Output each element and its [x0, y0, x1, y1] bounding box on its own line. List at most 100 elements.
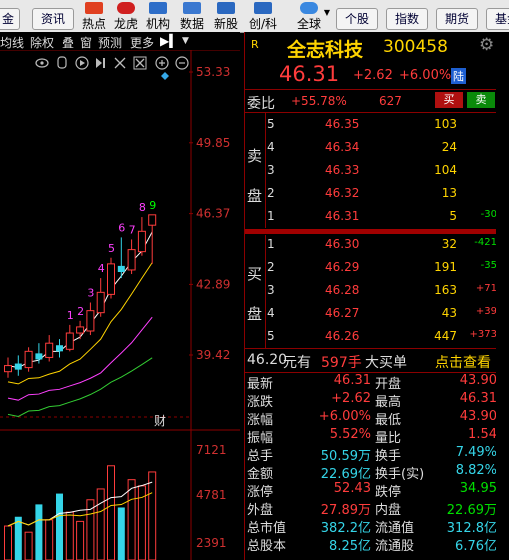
sell-price: 46.31	[325, 209, 360, 223]
more-button[interactable]: 更多	[130, 34, 154, 51]
toolbar-ipo-button[interactable]: 新股	[212, 2, 240, 31]
toolbar-index-button[interactable]: 指数	[386, 8, 428, 30]
hand-icon[interactable]	[57, 56, 67, 69]
gear-icon[interactable]: ⚙	[479, 35, 494, 55]
finance-annotation[interactable]: 财	[154, 414, 166, 428]
toolbar-news-button[interactable]: 资讯	[32, 8, 74, 30]
scissors-icon[interactable]	[114, 57, 126, 69]
toolbar-index-label: 指数	[394, 12, 419, 26]
stat-value: 8.82%	[455, 463, 497, 478]
candle-body	[107, 263, 115, 295]
price-tick-label: 46.37	[196, 207, 230, 221]
stat-value: +6.00%	[318, 409, 371, 424]
sell-row-3[interactable]: 3 46.33 104	[245, 160, 509, 180]
sell-delta: -30	[480, 209, 497, 220]
last-price: 46.31	[279, 62, 340, 86]
stat-label: 开盘	[375, 377, 402, 392]
connect-flag: 陆	[451, 68, 466, 84]
buy-price: 46.29	[325, 260, 360, 274]
sequence-marker: 4	[98, 262, 105, 275]
volume-bar	[65, 511, 74, 560]
toolbar-dragon-label: 龙虎	[113, 17, 138, 31]
buy-button[interactable]: 买	[435, 92, 463, 108]
big-order-line: 46.20 元有 597手 大买单 点击查看	[245, 349, 509, 371]
window-button[interactable]: 窗	[80, 34, 92, 51]
chart-menu-dropdown-icon[interactable]: ▼	[182, 36, 189, 46]
sell-row-2[interactable]: 2 46.32 13	[245, 183, 509, 203]
buy-volume: 32	[441, 237, 457, 251]
toolbar-fund-partial[interactable]: 金	[0, 8, 20, 30]
play-icon[interactable]	[75, 56, 89, 70]
ma-button[interactable]: 均线	[0, 34, 24, 51]
quote-panel: R 全志科技 300458 ⚙ 46.31 +2.62 +6.00% 陆 委比 …	[244, 32, 509, 560]
weibi-line: 委比 +55.78% 627 买 卖	[245, 90, 509, 112]
sell-volume: 103	[434, 117, 457, 131]
price-tick-label: 53.33	[196, 65, 230, 79]
volume-bar	[76, 520, 85, 560]
buy-row-3[interactable]: 3 46.28 163 +71	[245, 280, 509, 300]
sell-price: 46.33	[325, 163, 360, 177]
sell-volume: 24	[441, 140, 457, 154]
toolbar-hot-button[interactable]: 热点	[80, 2, 108, 31]
stat-value: 34.95	[459, 481, 497, 496]
buy-row-1[interactable]: 1 46.30 32 -421	[245, 234, 509, 254]
volume-tick-label: 4781	[196, 488, 227, 502]
volume-bar	[107, 465, 115, 560]
candle-body	[96, 291, 105, 314]
buy-volume: 191	[434, 260, 457, 274]
sell-row-4[interactable]: 4 46.34 24	[245, 137, 509, 157]
toolbar-institution-button[interactable]: 机构	[144, 2, 172, 31]
toolbar-data-button[interactable]: 数据	[178, 2, 206, 31]
ipo-icon	[217, 2, 235, 14]
toolbar-stock-label: 个股	[344, 12, 369, 26]
collapse-icon[interactable]: ▶▍	[160, 34, 178, 48]
buy-delta: -35	[480, 260, 497, 271]
zoom-in-icon[interactable]	[155, 56, 169, 70]
kline-chart[interactable]: 53.33 49.85 46.37 42.89 39.42 7121 4781 2391 12…	[0, 50, 240, 560]
buy-row-2[interactable]: 2 46.29 191 -35	[245, 257, 509, 277]
sell-volume: 5	[449, 209, 457, 223]
toolbar-stock-button[interactable]: 个股	[336, 8, 378, 30]
stat-label: 涨停	[247, 485, 274, 500]
toolbar-futures-button[interactable]: 期货	[436, 8, 478, 30]
stat-label: 外盘	[247, 503, 274, 518]
toolbar-ipo-label: 新股	[213, 17, 238, 31]
institution-icon	[149, 2, 167, 14]
view-link[interactable]: 点击查看	[435, 352, 491, 372]
price-tick-label: 42.89	[196, 277, 230, 291]
candle-body	[45, 342, 54, 358]
zoom-out-icon[interactable]	[175, 56, 189, 70]
toolbar-fund-button[interactable]: 基金	[486, 8, 509, 30]
buy-volume: 163	[434, 283, 457, 297]
volume-bar	[148, 471, 157, 560]
toolbar-global-button[interactable]: 全球	[294, 2, 324, 31]
volume-bar	[45, 519, 54, 560]
buy-price: 46.30	[325, 237, 360, 251]
sell-row-1[interactable]: 1 46.31 5 -30	[245, 206, 509, 226]
big-order-price: 46.20	[247, 352, 288, 368]
sell-button[interactable]: 卖	[467, 92, 495, 108]
toolbar-gem-button[interactable]: 创/科	[246, 2, 280, 31]
forecast-button[interactable]: 预测	[98, 34, 122, 51]
sell-row-5[interactable]: 5 46.35 103	[245, 114, 509, 134]
delete-icon[interactable]	[133, 56, 147, 70]
step-icon[interactable]	[96, 58, 105, 68]
stat-value: 382.2亿	[320, 521, 371, 536]
buy-volume: 447	[434, 329, 457, 343]
eye-icon[interactable]	[35, 58, 49, 68]
weicha-value: 627	[379, 94, 402, 108]
chart-tools	[35, 56, 189, 80]
buy-row-4[interactable]: 4 46.27 43 +39	[245, 303, 509, 323]
buy-row-5[interactable]: 5 46.26 447 +373	[245, 326, 509, 346]
overlay-button[interactable]: 叠	[62, 34, 74, 51]
price-change-pct: +6.00%	[399, 68, 452, 83]
candles	[4, 214, 157, 378]
sequence-marker: 8	[139, 201, 146, 214]
exright-button[interactable]: 除权	[30, 34, 54, 51]
toolbar-dragon-button[interactable]: 龙虎	[112, 2, 140, 31]
top-toolbar: 金 资讯 热点 龙虎 机构 数据 新股 创/科 全球 ▼ 个股 指数 期货 基金	[0, 0, 509, 33]
stat-value: 312.8亿	[446, 521, 497, 536]
volume-bar	[4, 525, 12, 560]
toolbar-data-label: 数据	[179, 17, 204, 31]
volume-bars	[4, 465, 157, 560]
